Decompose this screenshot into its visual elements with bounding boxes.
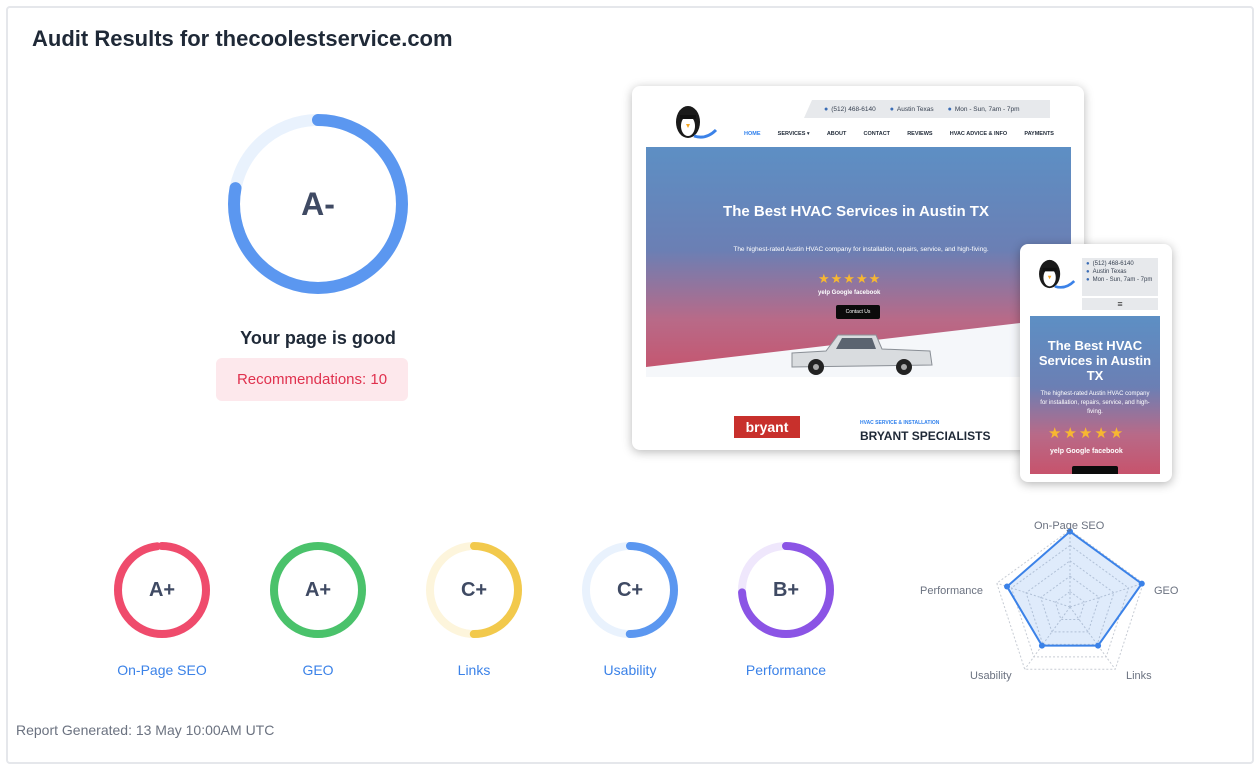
radar-point <box>1038 642 1045 649</box>
radar-point <box>1004 583 1011 590</box>
location-text: Austin Texas <box>890 106 934 113</box>
onpage-seo-grade: A+ <box>148 578 176 601</box>
ring-performance: B+ <box>736 540 836 640</box>
nav-reviews: REVIEWS <box>907 131 933 137</box>
overall-grade: A- <box>301 185 335 222</box>
geo-link[interactable]: GEO <box>248 662 388 678</box>
phone-text: (512) 468-6140 <box>824 106 875 113</box>
hero-title: The Best HVAC Services in Austin TX <box>1038 338 1152 383</box>
geo-grade: A+ <box>304 578 332 601</box>
mobile-hero-banner: The Best HVAC Services in Austin TX The … <box>1030 316 1160 474</box>
hero-title: The Best HVAC Services in Austin TX <box>723 203 989 220</box>
review-logos: yelp Google facebook <box>818 290 881 296</box>
nav-contact: CONTACT <box>863 131 891 137</box>
truck-icon <box>791 334 933 375</box>
ring-usability: C+ <box>580 540 680 640</box>
hero-subtitle: The highest-rated Austin HVAC company fo… <box>733 246 989 253</box>
ring-onpage-seo: A+ <box>112 540 212 640</box>
status-text: Your page is good <box>240 328 396 348</box>
ring-links: C+ <box>424 540 524 640</box>
links-link[interactable]: Links <box>404 662 544 678</box>
location-text: Austin Texas <box>1086 268 1154 276</box>
nav-home: HOME <box>744 131 761 137</box>
ring-geo: A+ <box>268 540 368 640</box>
links-grade: C+ <box>460 578 488 601</box>
performance-grade: B+ <box>772 578 800 601</box>
radar-point <box>1138 580 1145 587</box>
contact-button <box>1072 466 1118 474</box>
review-logos: yelp Google facebook <box>1050 448 1123 455</box>
nav-hvac-advice: HVAC ADVICE & INFO <box>949 131 1008 137</box>
page-title: Audit Results for thecoolestservice.com <box>32 26 453 51</box>
section-title: BRYANT SPECIALISTS <box>860 429 991 443</box>
hours-text: Mon - Sun, 7am - 7pm <box>948 106 1020 113</box>
preview-nav: HOME SERVICES ▾ ABOUT CONTACT REVIEWS HV… <box>744 131 1054 137</box>
radar-label-usability: Usability <box>970 670 1012 682</box>
performance-link[interactable]: Performance <box>716 662 856 678</box>
report-generated-text: Report Generated: 13 May 10:00AM UTC <box>16 722 275 738</box>
onpage-seo-link[interactable]: On-Page SEO <box>92 662 232 678</box>
mobile-preview: (512) 468-6140 Austin Texas Mon - Sun, 7… <box>1020 244 1172 482</box>
usability-grade: C+ <box>616 578 644 601</box>
radar-chart-graphic <box>996 528 1145 670</box>
radar-label-links: Links <box>1126 670 1152 682</box>
radar-label-onpage-seo: On-Page SEO <box>1034 520 1105 532</box>
desktop-preview: (512) 468-6140 Austin Texas Mon - Sun, 7… <box>632 86 1084 450</box>
radar-label-performance: Performance <box>920 585 983 597</box>
penguin-logo-icon <box>676 106 718 139</box>
hours-text: Mon - Sun, 7am - 7pm <box>1086 276 1154 284</box>
rating-stars-icon: ★★★★★ <box>1048 425 1126 442</box>
recommendations-button[interactable]: Recommendations: 10 <box>216 358 408 401</box>
radar-label-geo: GEO <box>1154 585 1179 597</box>
bryant-logo: bryant <box>734 416 800 438</box>
nav-about: ABOUT <box>826 131 847 137</box>
nav-services: SERVICES ▾ <box>777 131 810 137</box>
usability-link[interactable]: Usability <box>560 662 700 678</box>
contact-info-bar: (512) 468-6140 Austin Texas Mon - Sun, 7… <box>804 100 1050 118</box>
penguin-logo-icon <box>1039 259 1076 289</box>
phone-text: (512) 468-6140 <box>1086 260 1154 268</box>
nav-payments: PAYMENTS <box>1024 131 1054 137</box>
hero-subtitle: The highest-rated Austin HVAC company fo… <box>1040 391 1150 415</box>
hamburger-menu-icon: ≡ <box>1082 298 1158 310</box>
radar-chart: On-Page SEO GEO Links Usability Performa… <box>900 510 1240 700</box>
hero-banner: The Best HVAC Services in Austin TX The … <box>646 147 1071 377</box>
section-kicker: HVAC SERVICE & INSTALLATION <box>860 420 940 426</box>
rating-stars-icon: ★★★★★ <box>818 271 882 286</box>
contact-info-box: (512) 468-6140 Austin Texas Mon - Sun, 7… <box>1082 258 1158 296</box>
radar-area <box>1005 530 1144 647</box>
radar-point <box>1095 642 1102 649</box>
